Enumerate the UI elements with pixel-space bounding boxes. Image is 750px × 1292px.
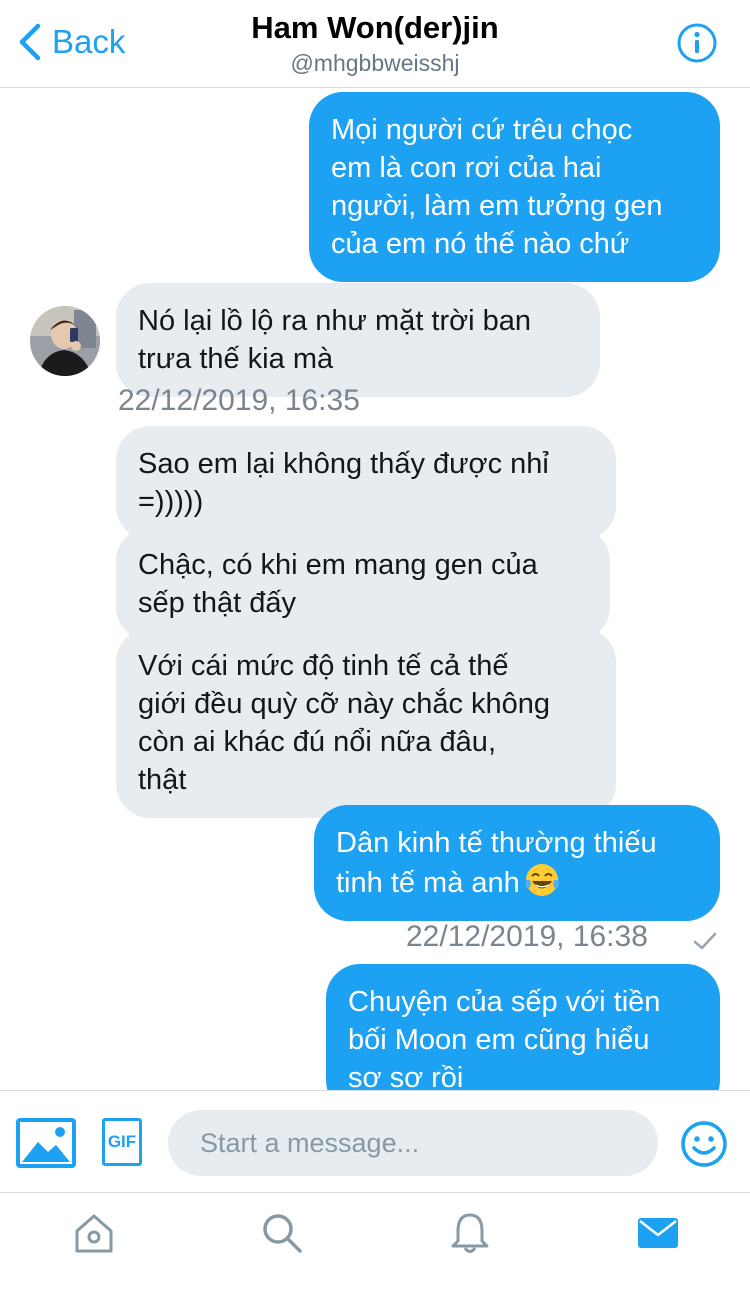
home-icon[interactable] (72, 1211, 116, 1255)
incoming-message[interactable]: Chậc, có khi em mang gen của sếp thật đấ… (116, 527, 610, 641)
checkmark-icon (693, 932, 717, 950)
avatar-photo (30, 306, 100, 376)
message-thread[interactable]: Mọi người cứ trêu chọc em là con rơi của… (0, 89, 750, 1090)
avatar[interactable] (30, 306, 100, 376)
notifications-icon[interactable] (448, 1211, 492, 1255)
conversation-handle: @mhgbbweisshj (290, 50, 460, 76)
incoming-message[interactable]: Với cái mức độ tinh tế cả thế giới đều q… (116, 628, 616, 818)
messages-icon[interactable] (636, 1211, 680, 1255)
outgoing-message[interactable]: Chuyện của sếp với tiền bối Moon em cũng… (326, 964, 720, 1090)
emoji-smile-icon[interactable] (680, 1120, 728, 1168)
outgoing-timestamp: 22/12/2019, 16:38 (406, 920, 648, 953)
search-icon[interactable] (260, 1211, 304, 1255)
incoming-message[interactable]: Sao em lại không thấy được nhỉ =))))) (116, 426, 616, 540)
laughing-tears-emoji-icon (525, 864, 559, 896)
compose-bar: GIF (0, 1090, 750, 1192)
conversation-header: Back Ham Won(der)jin @mhgbbweisshj (0, 0, 750, 88)
message-text: Dân kinh tế thường thiếu tinh tế mà anh (336, 827, 657, 899)
message-input[interactable] (168, 1110, 658, 1176)
incoming-timestamp: 22/12/2019, 16:35 (118, 384, 360, 417)
image-icon[interactable] (16, 1118, 76, 1168)
conversation-title[interactable]: Ham Won(der)jin (0, 10, 750, 46)
incoming-message[interactable]: Nó lại lồ lộ ra như mặt trời ban trưa th… (116, 283, 600, 397)
info-icon[interactable] (676, 22, 718, 64)
outgoing-message[interactable]: Mọi người cứ trêu chọc em là con rơi của… (309, 92, 720, 282)
outgoing-message[interactable]: Dân kinh tế thường thiếu tinh tế mà anh (314, 805, 720, 921)
tab-bar (0, 1192, 750, 1292)
gif-button[interactable]: GIF (102, 1118, 142, 1166)
